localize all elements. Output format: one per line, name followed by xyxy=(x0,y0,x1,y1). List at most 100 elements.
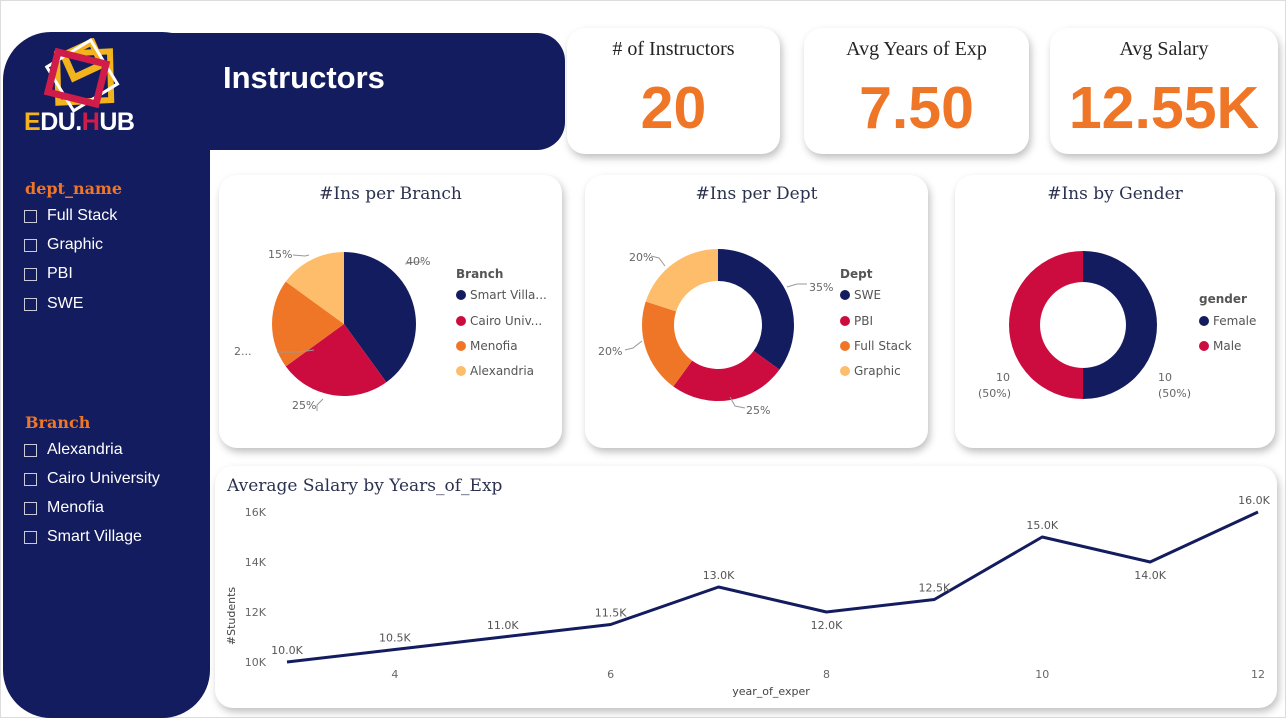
legend-dot xyxy=(456,290,466,300)
legend-dot xyxy=(1199,316,1209,326)
brand-wordmark: EDU.HUB xyxy=(24,108,135,137)
branch-filter-option[interactable]: Smart Village xyxy=(24,528,142,546)
legend-dot xyxy=(456,366,466,376)
branch-filter-title: Branch xyxy=(25,413,91,432)
checkbox[interactable] xyxy=(24,501,37,515)
kpi-card-avg-salary: Avg Salary 12.55K xyxy=(1050,28,1278,154)
option-label: Cairo University xyxy=(47,470,160,487)
legend-item[interactable]: Smart Villa... xyxy=(456,288,547,302)
dept-donut-svg: 35% 25% 20% 20% xyxy=(598,249,833,417)
legend-dot xyxy=(840,316,850,326)
legend-item[interactable]: Full Stack xyxy=(840,339,912,353)
legend-item[interactable]: PBI xyxy=(840,314,873,328)
x-axis-ticks: 4 6 8 10 12 xyxy=(391,668,1265,681)
legend-item[interactable]: Menofia xyxy=(456,339,518,353)
kpi-value: 7.50 xyxy=(859,75,974,141)
kpi-title: # of Instructors xyxy=(612,38,735,60)
slice-label: 15% xyxy=(268,248,292,261)
legend-label: Full Stack xyxy=(854,339,912,353)
legend-label: Male xyxy=(1213,339,1242,353)
slice-swe[interactable] xyxy=(718,249,794,370)
branch-pie-svg: 40% 2... 25% 15% xyxy=(234,248,430,412)
checkbox[interactable] xyxy=(24,267,37,281)
brand-letter-e: E xyxy=(24,108,41,136)
slice-label: 40% xyxy=(406,255,430,268)
checkbox[interactable] xyxy=(24,238,37,252)
chart-card-salary[interactable]: Average Salary by Years_of_Exp 10K 12K 14K… xyxy=(215,466,1277,708)
legend-label: Alexandria xyxy=(470,364,535,378)
data-label: 15.0K xyxy=(1026,519,1058,532)
brand-letter-h: H xyxy=(81,108,100,136)
kpi-card-avg-years: Avg Years of Exp 7.50 xyxy=(804,28,1029,154)
checkbox[interactable] xyxy=(24,297,37,311)
dept-filter-option[interactable]: Full Stack xyxy=(24,207,117,225)
slice-label: 2... xyxy=(234,345,252,358)
branch-filter-option[interactable]: Cairo University xyxy=(24,470,160,488)
kpi-card-instructors: # of Instructors 20 xyxy=(567,28,780,154)
y-axis-ticks: 10K 12K 14K 16K xyxy=(245,506,267,669)
option-label: Full Stack xyxy=(47,207,118,224)
gender-donut-svg: 10 (50%) 10 (50%) xyxy=(978,251,1191,400)
legend-item[interactable]: Male xyxy=(1199,339,1241,353)
dept-filter-option[interactable]: Graphic xyxy=(24,236,103,254)
page-title: Instructors xyxy=(223,60,385,95)
data-label: 12.0K xyxy=(811,619,843,632)
chart-card-gender[interactable]: #Ins by Gender 10 (50%) 10 (50%) gender … xyxy=(955,175,1275,448)
slice-male[interactable] xyxy=(1009,251,1083,399)
slice-pct-label: (50%) xyxy=(1158,387,1191,400)
legend-item[interactable]: SWE xyxy=(840,288,881,302)
x-tick-label: 6 xyxy=(607,668,614,681)
y-tick-label: 12K xyxy=(245,606,267,619)
series-line xyxy=(286,510,1259,664)
option-label: SWE xyxy=(47,295,84,312)
option-label: Alexandria xyxy=(47,441,123,458)
pie-slices xyxy=(272,252,416,396)
legend-item[interactable]: Female xyxy=(1199,314,1256,328)
data-label: 12.5K xyxy=(918,582,950,595)
legend-dot xyxy=(840,290,850,300)
legend-item[interactable]: Cairo Univ... xyxy=(456,314,542,328)
checkbox[interactable] xyxy=(24,209,37,223)
data-labels: 10.0K 10.5K 11.0K 11.5K 13.0K 12.0K 12.5K 15.0K… xyxy=(271,494,1270,657)
legend-label: Cairo Univ... xyxy=(470,314,543,328)
x-tick-label: 4 xyxy=(391,668,398,681)
dept-filter-title: dept_name xyxy=(25,179,123,198)
branch-filter-option[interactable]: Alexandria xyxy=(24,441,123,459)
y-tick-label: 10K xyxy=(245,656,267,669)
checkbox[interactable] xyxy=(24,443,37,457)
data-label: 14.0K xyxy=(1134,569,1166,582)
x-axis-label: year_of_exper xyxy=(732,685,810,698)
chart-card-branch[interactable]: #Ins per Branch 40% 2... 25% 15% Branch … xyxy=(219,175,562,448)
legend-dot xyxy=(840,341,850,351)
legend-item[interactable]: Alexandria xyxy=(456,364,534,378)
data-label: 11.0K xyxy=(487,619,519,632)
slice-pct-label: (50%) xyxy=(978,387,1011,400)
y-axis-label: #Students xyxy=(225,587,238,646)
kpi-value: 12.55K xyxy=(1068,75,1260,141)
chart-card-dept[interactable]: #Ins per Dept 35% 25% 20% 20% Dept SWE P… xyxy=(585,175,928,448)
legend-dot xyxy=(840,366,850,376)
branch-filter-option[interactable]: Menofia xyxy=(24,499,104,517)
slice-value-label: 10 xyxy=(996,371,1010,384)
dept-filter-option[interactable]: PBI xyxy=(24,265,73,283)
x-tick-label: 12 xyxy=(1251,668,1265,681)
legend-label: Menofia xyxy=(470,339,518,353)
legend-item[interactable]: Graphic xyxy=(840,364,901,378)
slice-female[interactable] xyxy=(1083,251,1157,399)
dept-filter-option[interactable]: SWE xyxy=(24,295,83,313)
legend-title: gender xyxy=(1199,292,1247,306)
slice-value-label: 10 xyxy=(1158,371,1172,384)
checkbox[interactable] xyxy=(24,530,37,544)
slice-label: 25% xyxy=(746,404,770,417)
legend-label: PBI xyxy=(854,314,874,328)
option-label: Graphic xyxy=(47,236,104,253)
y-tick-label: 16K xyxy=(245,506,267,519)
legend-title: Branch xyxy=(456,267,504,281)
kpi-title: Avg Years of Exp xyxy=(846,38,987,60)
salary-line-svg: 10K 12K 14K 16K 4 6 8 10 12 #Students year_of_e… xyxy=(225,494,1271,698)
donut-slices xyxy=(1009,251,1157,399)
slice-graphic[interactable] xyxy=(645,249,718,312)
option-label: Menofia xyxy=(47,499,104,516)
checkbox[interactable] xyxy=(24,472,37,486)
legend-dot xyxy=(1199,341,1209,351)
